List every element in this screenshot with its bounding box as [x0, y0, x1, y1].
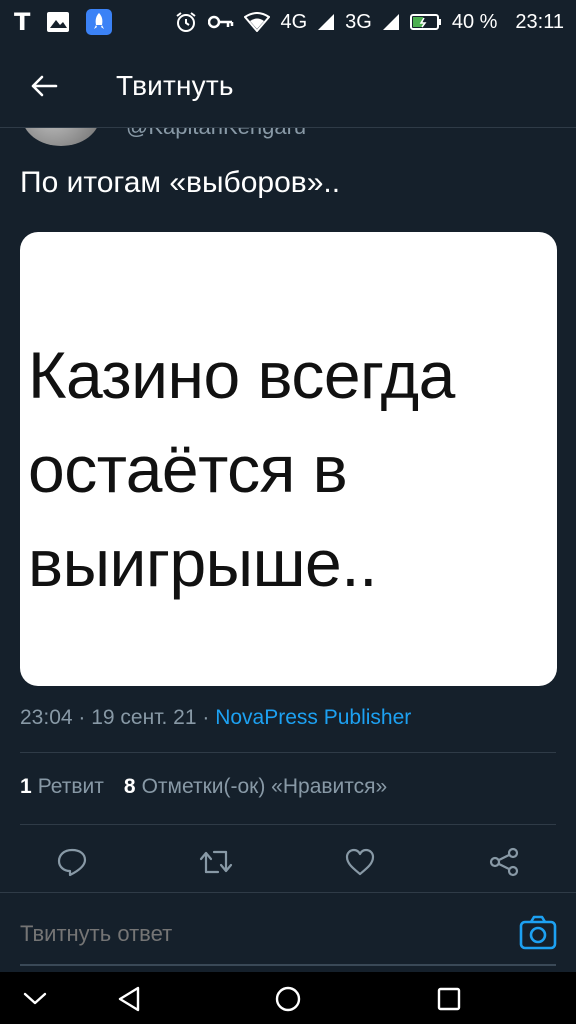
nav-recents-icon — [437, 987, 461, 1011]
camera-button[interactable] — [519, 915, 557, 951]
meta-separator: · — [78, 706, 92, 729]
retweet-label: Ретвит — [37, 775, 104, 798]
tweet-meta: 23:04 · 19 сент. 21 · NovaPress Publishe… — [20, 706, 411, 730]
nav-home-icon — [275, 986, 301, 1012]
battery-level: 40 % — [451, 10, 498, 33]
like-label: Отметки(-ок) «Нравится» — [141, 775, 388, 798]
tweet-time: 23:04 — [20, 706, 73, 729]
like-icon — [345, 848, 375, 876]
avatar[interactable] — [22, 128, 100, 146]
tweet-image[interactable]: Казино всегда остаётся в выигрыше.. — [20, 232, 557, 686]
camera-icon — [519, 915, 557, 950]
image-caption: Казино всегда остаётся в выигрыше.. — [28, 328, 553, 610]
retweet-count: 1 — [20, 775, 32, 798]
nav-back-button[interactable] — [114, 984, 144, 1014]
page-title: Твитнуть — [116, 69, 234, 101]
retweet-button[interactable] — [196, 842, 236, 882]
author-handle[interactable]: @KapitanKengaru — [126, 128, 306, 140]
nav-recents-button[interactable] — [434, 984, 464, 1014]
system-nav-bar — [0, 972, 576, 1024]
tweet-source-link[interactable]: NovaPress Publisher — [215, 706, 411, 729]
tweet-stats: 1 Ретвит 8 Отметки(-ок) «Нравится» — [20, 775, 387, 799]
like-count: 8 — [123, 775, 136, 798]
tweet-date: 19 сент. 21 — [91, 706, 197, 729]
retweet-icon — [199, 850, 233, 874]
author-row: @KapitanKengaru — [0, 128, 576, 152]
share-button[interactable] — [484, 842, 524, 882]
reply-bar — [0, 892, 576, 972]
tweet-actions — [0, 838, 576, 888]
clock: 23:11 — [515, 10, 564, 33]
nav-back-icon — [118, 986, 140, 1012]
reply-icon — [57, 848, 87, 877]
back-arrow-icon — [31, 75, 58, 96]
nav-home-button[interactable] — [273, 984, 303, 1014]
key-icon — [208, 15, 234, 29]
signal-icon — [318, 14, 335, 30]
retweet-stat[interactable]: 1 Ретвит — [20, 775, 104, 799]
back-button[interactable] — [16, 58, 72, 114]
tweet-text: По итогам «выборов».. — [20, 166, 341, 199]
nav-down-icon — [23, 992, 47, 1005]
network-4g-label: 4G — [280, 10, 308, 33]
share-icon — [489, 847, 519, 877]
meta-separator: · — [202, 706, 216, 729]
network-3g-label: 3G — [345, 10, 372, 33]
image-caption-line: выигрыше.. — [28, 526, 377, 600]
reply-input-underline — [20, 964, 556, 966]
reply-button[interactable] — [52, 842, 92, 882]
image-caption-line: остаётся в — [28, 432, 348, 506]
image-caption-line: Казино всегда — [28, 338, 455, 412]
app-header: Твитнуть — [0, 44, 576, 128]
nav-hide-keyboard-button[interactable] — [20, 984, 50, 1014]
status-bar: T 4G 3G 40 % 23:11 — [0, 0, 576, 44]
app-notification-icon: T — [14, 8, 31, 36]
reply-input[interactable] — [20, 919, 490, 949]
like-stat[interactable]: 8 Отметки(-ок) «Нравится» — [124, 775, 387, 799]
image-notification-icon — [47, 12, 70, 32]
like-button[interactable] — [340, 842, 380, 882]
battery-icon — [409, 14, 441, 30]
rocket-notification-icon — [86, 9, 113, 35]
alarm-icon — [176, 12, 197, 32]
divider — [20, 824, 556, 825]
signal-icon — [382, 14, 399, 30]
divider — [20, 752, 556, 753]
wifi-icon — [244, 12, 271, 32]
